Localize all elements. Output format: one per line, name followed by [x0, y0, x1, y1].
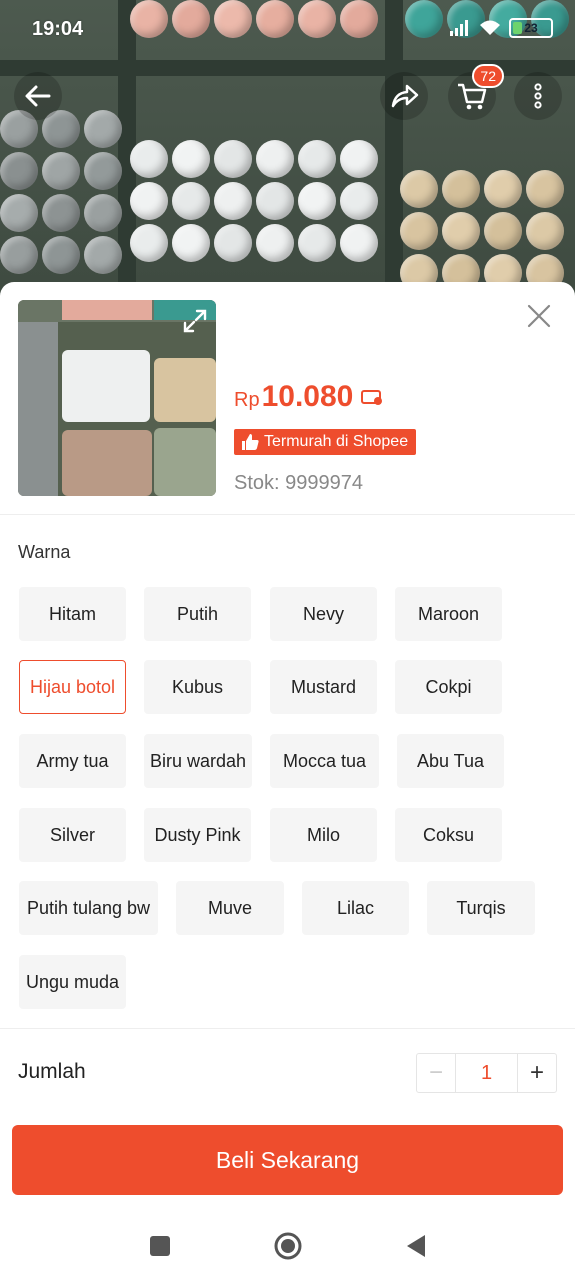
variation-option[interactable]: Turqis [427, 881, 535, 935]
variation-option[interactable]: Mocca tua [270, 734, 379, 788]
share-icon [391, 84, 419, 108]
variation-option[interactable]: Cokpi [395, 660, 502, 714]
divider [0, 514, 575, 515]
variation-option[interactable]: Putih [144, 587, 251, 641]
cart-button[interactable]: 72 [448, 64, 504, 120]
arrow-left-icon [25, 85, 51, 107]
product-price: Rp 10.080 [234, 380, 383, 414]
variation-option-selected[interactable]: Hijau botol [19, 660, 126, 714]
signal-icon [450, 20, 468, 36]
product-thumbnail[interactable] [18, 300, 216, 496]
variation-option[interactable]: Dusty Pink [144, 808, 251, 862]
variation-option[interactable]: Biru wardah [144, 734, 252, 788]
back-nav-icon[interactable] [401, 1231, 431, 1261]
thumbs-up-icon [242, 434, 259, 450]
variation-option[interactable]: Kubus [144, 660, 251, 714]
variation-option[interactable]: Silver [19, 808, 126, 862]
expand-icon[interactable] [180, 306, 210, 336]
status-time: 19:04 [32, 18, 84, 40]
variation-option[interactable]: Hitam [19, 587, 126, 641]
variation-option[interactable]: Muve [176, 881, 284, 935]
variation-option[interactable]: Army tua [19, 734, 126, 788]
status-icons: 23 [449, 18, 553, 38]
battery-level: 23 [524, 21, 538, 35]
variation-option[interactable]: Nevy [270, 587, 377, 641]
variation-option[interactable]: Mustard [270, 660, 377, 714]
wifi-icon [480, 20, 500, 35]
variation-label: Warna [18, 542, 71, 562]
variation-option[interactable]: Maroon [395, 587, 502, 641]
quantity-stepper: − 1 + [416, 1053, 557, 1093]
system-navigation-bar [0, 1212, 575, 1280]
recent-apps-icon[interactable] [145, 1231, 175, 1261]
stock-text: Stok: 9999974 [234, 472, 363, 494]
more-vertical-icon [534, 83, 542, 109]
price-currency: Rp [234, 389, 260, 411]
variation-option[interactable]: Putih tulang bw [19, 881, 158, 935]
cheapest-badge: Termurah di Shopee [234, 429, 417, 455]
variation-option[interactable]: Coksu [395, 808, 502, 862]
quantity-value[interactable]: 1 [455, 1054, 518, 1092]
status-bar: 19:04 23 [0, 0, 575, 60]
back-button[interactable] [14, 72, 62, 120]
variation-option[interactable]: Milo [270, 808, 377, 862]
variation-option[interactable]: Ungu muda [19, 955, 126, 1009]
close-icon[interactable] [523, 300, 555, 332]
cart-count-badge: 72 [472, 64, 504, 88]
decrease-quantity-button[interactable]: − [417, 1054, 455, 1092]
voucher-icon [361, 390, 383, 405]
quantity-label: Jumlah [18, 1060, 86, 1083]
more-options-button[interactable] [514, 72, 562, 120]
increase-quantity-button[interactable]: + [518, 1054, 556, 1092]
share-button[interactable] [380, 72, 428, 120]
price-value: 10.080 [261, 380, 354, 413]
buy-now-button[interactable]: Beli Sekarang [12, 1125, 563, 1195]
home-icon[interactable] [273, 1231, 303, 1261]
variation-option[interactable]: Abu Tua [397, 734, 504, 788]
divider [0, 1028, 575, 1029]
variation-option[interactable]: Lilac [302, 881, 409, 935]
battery-indicator: 23 [509, 18, 553, 38]
cheapest-badge-label: Termurah di Shopee [264, 433, 409, 450]
